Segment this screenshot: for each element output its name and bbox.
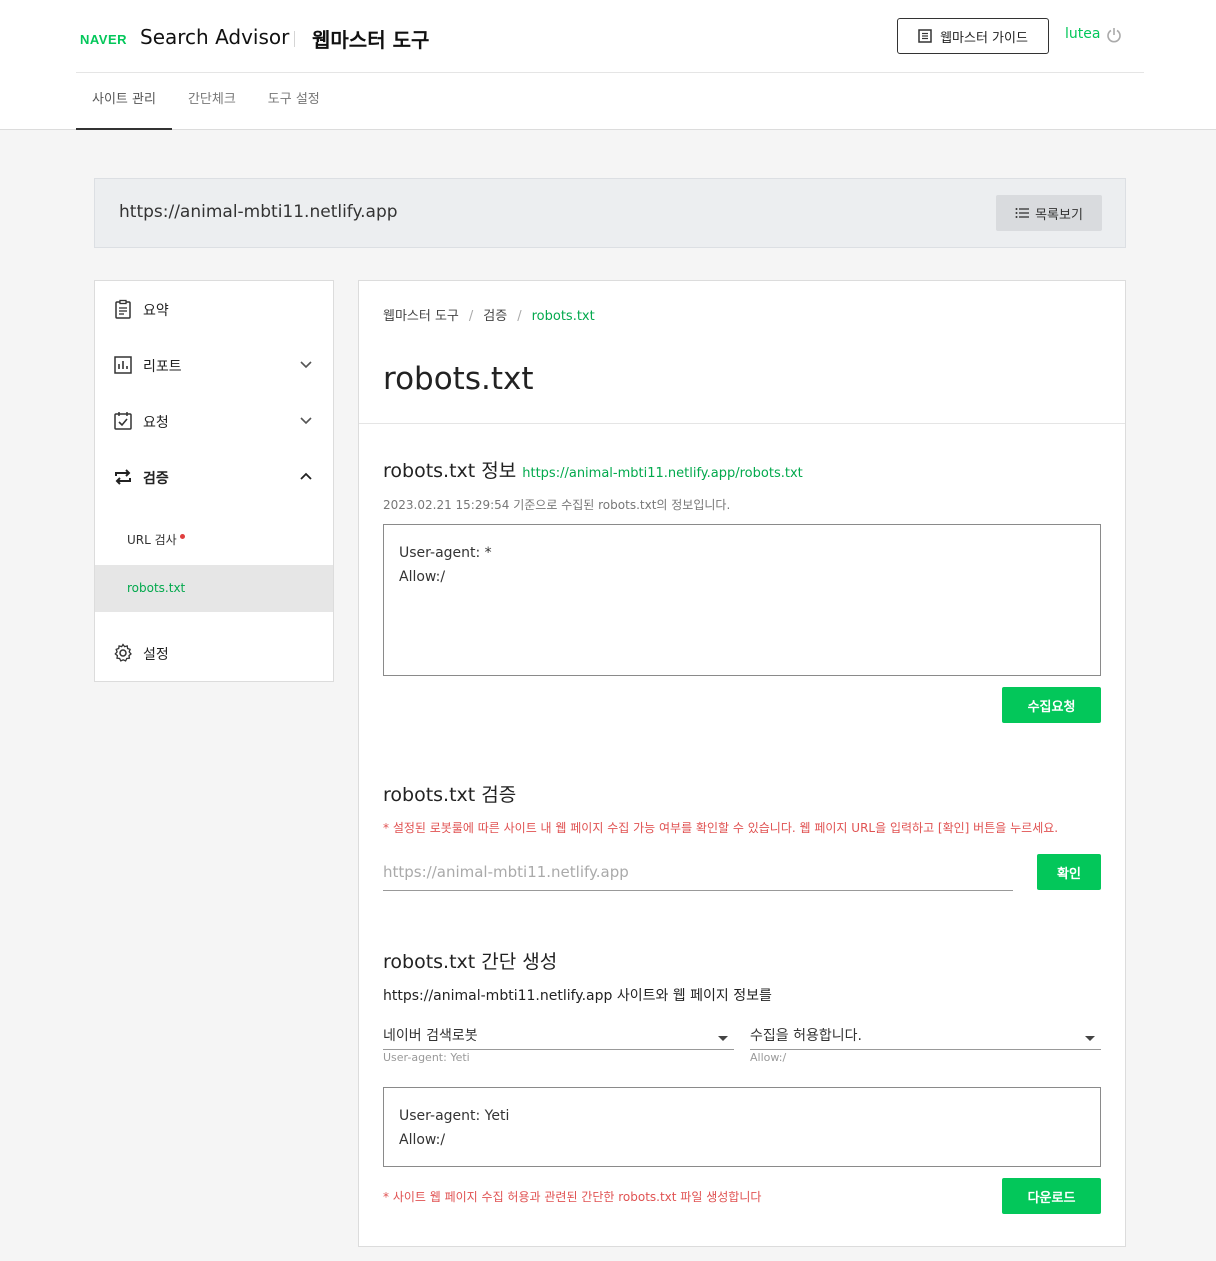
- site-url-bar: https://animal-mbti11.netlify.app 목록보기: [94, 178, 1126, 248]
- breadcrumb-current: robots.txt: [531, 309, 595, 324]
- sidebar-subitem-url-check[interactable]: URL 검사: [95, 517, 333, 564]
- breadcrumb-separator: /: [468, 309, 474, 324]
- sidebar-item-request[interactable]: 요청: [95, 393, 333, 449]
- sidebar-item-report[interactable]: 리포트: [95, 337, 333, 393]
- user-agent-hint: User-agent: Yeti: [383, 1051, 470, 1064]
- naver-logo[interactable]: NAVER: [80, 32, 127, 47]
- robots-content-box[interactable]: User-agent: * Allow:/: [383, 524, 1101, 676]
- allow-select-value: 수집을 허용합니다.: [750, 1028, 862, 1044]
- robots-line: Allow:/: [399, 569, 446, 585]
- sidebar-subitem-label: robots.txt: [127, 581, 186, 595]
- tab-tool-settings[interactable]: 도구 설정: [252, 73, 336, 129]
- site-url: https://animal-mbti11.netlify.app: [119, 202, 398, 222]
- list-view-button[interactable]: 목록보기: [996, 195, 1102, 231]
- breadcrumb-root[interactable]: 웹마스터 도구: [383, 309, 459, 324]
- robots-verify-title: robots.txt 검증: [383, 784, 517, 806]
- main-panel: 웹마스터 도구 / 검증 / robots.txt robots.txt robots.…: [358, 280, 1126, 1247]
- verify-notice: * 설정된 로봇룰에 따른 사이트 내 웹 페이지 수집 가능 여부를 확인할 …: [383, 821, 1059, 835]
- generate-notice: * 사이트 웹 페이지 수집 허용과 관련된 간단한 robots.txt 파일…: [383, 1190, 762, 1204]
- caret-down-icon: [1085, 1036, 1095, 1041]
- power-icon[interactable]: [1106, 27, 1122, 43]
- gear-icon: [114, 643, 132, 662]
- user-name[interactable]: lutea: [1065, 26, 1100, 42]
- chevron-down-icon: [300, 361, 312, 369]
- user-agent-select[interactable]: 네이버 검색로봇: [383, 1025, 734, 1050]
- checklist-icon: [114, 412, 132, 430]
- sidebar-item-label: 설정: [143, 647, 169, 663]
- sidebar: 요약 리포트 요청 검증 URL 검사 robots.txt 설정: [94, 280, 334, 682]
- list-view-label: 목록보기: [1035, 207, 1083, 223]
- robots-file-link[interactable]: https://animal-mbti11.netlify.app/robots…: [522, 466, 802, 481]
- chevron-down-icon: [300, 417, 312, 425]
- sidebar-item-verify[interactable]: 검증: [95, 449, 333, 505]
- collection-timestamp: 2023.02.21 15:29:54 기준으로 수집된 robots.txt의…: [383, 498, 731, 512]
- divider: [359, 423, 1125, 424]
- sidebar-subitem-label: URL 검사: [127, 533, 177, 547]
- breadcrumb-separator: /: [517, 309, 522, 324]
- verify-url-input[interactable]: https://animal-mbti11.netlify.app: [383, 853, 1013, 891]
- repeat-icon: [115, 469, 131, 485]
- caret-down-icon: [718, 1036, 728, 1041]
- request-collection-button[interactable]: 수집요청: [1002, 687, 1101, 723]
- breadcrumb: 웹마스터 도구 / 검증 / robots.txt: [383, 305, 595, 324]
- robots-line: Allow:/: [399, 1132, 446, 1148]
- clipboard-icon: [115, 299, 131, 319]
- robots-info-section-title: robots.txt 정보 https://animal-mbti11.netli…: [383, 456, 803, 483]
- robots-generate-title: robots.txt 간단 생성: [383, 951, 558, 973]
- top-header: NAVER Search Advisor 웹마스터 도구 웹마스터 가이드 lu…: [0, 0, 1216, 130]
- tab-site-management[interactable]: 사이트 관리: [76, 73, 172, 130]
- allow-select[interactable]: 수집을 허용합니다.: [750, 1025, 1101, 1050]
- page-title: robots.txt: [383, 361, 534, 397]
- sidebar-item-label: 요청: [143, 415, 169, 431]
- guide-book-icon: [918, 29, 932, 43]
- list-icon: [1015, 208, 1030, 218]
- sidebar-item-summary[interactable]: 요약: [95, 281, 333, 337]
- allow-hint: Allow:/: [750, 1051, 787, 1064]
- brand-row: NAVER Search Advisor 웹마스터 도구 웹마스터 가이드 lu…: [76, 0, 1144, 73]
- main-nav: 사이트 관리 간단체크 도구 설정: [76, 73, 336, 130]
- generated-robots-box[interactable]: User-agent: Yeti Allow:/: [383, 1087, 1101, 1167]
- sidebar-item-label: 리포트: [143, 359, 182, 375]
- robots-info-title: robots.txt 정보: [383, 460, 517, 482]
- webmaster-guide-button[interactable]: 웹마스터 가이드: [897, 18, 1049, 54]
- breadcrumb-mid[interactable]: 검증: [483, 309, 507, 324]
- download-button[interactable]: 다운로드: [1002, 1178, 1101, 1214]
- confirm-button[interactable]: 확인: [1037, 854, 1101, 890]
- robots-line: User-agent: Yeti: [399, 1108, 510, 1124]
- sidebar-item-label: 검증: [143, 471, 169, 487]
- product-title[interactable]: 웹마스터 도구: [312, 24, 429, 53]
- generate-description: https://animal-mbti11.netlify.app 사이트와 웹…: [383, 988, 772, 1004]
- sidebar-subitem-robots[interactable]: robots.txt: [95, 565, 333, 612]
- tab-quick-check[interactable]: 간단체크: [172, 73, 252, 129]
- bar-chart-icon: [114, 356, 132, 374]
- sidebar-item-label: 요약: [143, 303, 169, 319]
- brand-divider: [294, 31, 295, 47]
- new-badge-dot: [179, 534, 185, 539]
- sidebar-item-settings[interactable]: 설정: [95, 625, 333, 681]
- brand-title[interactable]: Search Advisor: [140, 25, 289, 49]
- guide-button-label: 웹마스터 가이드: [940, 30, 1028, 46]
- robots-line: User-agent: *: [399, 545, 492, 561]
- user-agent-select-value: 네이버 검색로봇: [383, 1028, 478, 1044]
- chevron-up-icon: [300, 472, 312, 480]
